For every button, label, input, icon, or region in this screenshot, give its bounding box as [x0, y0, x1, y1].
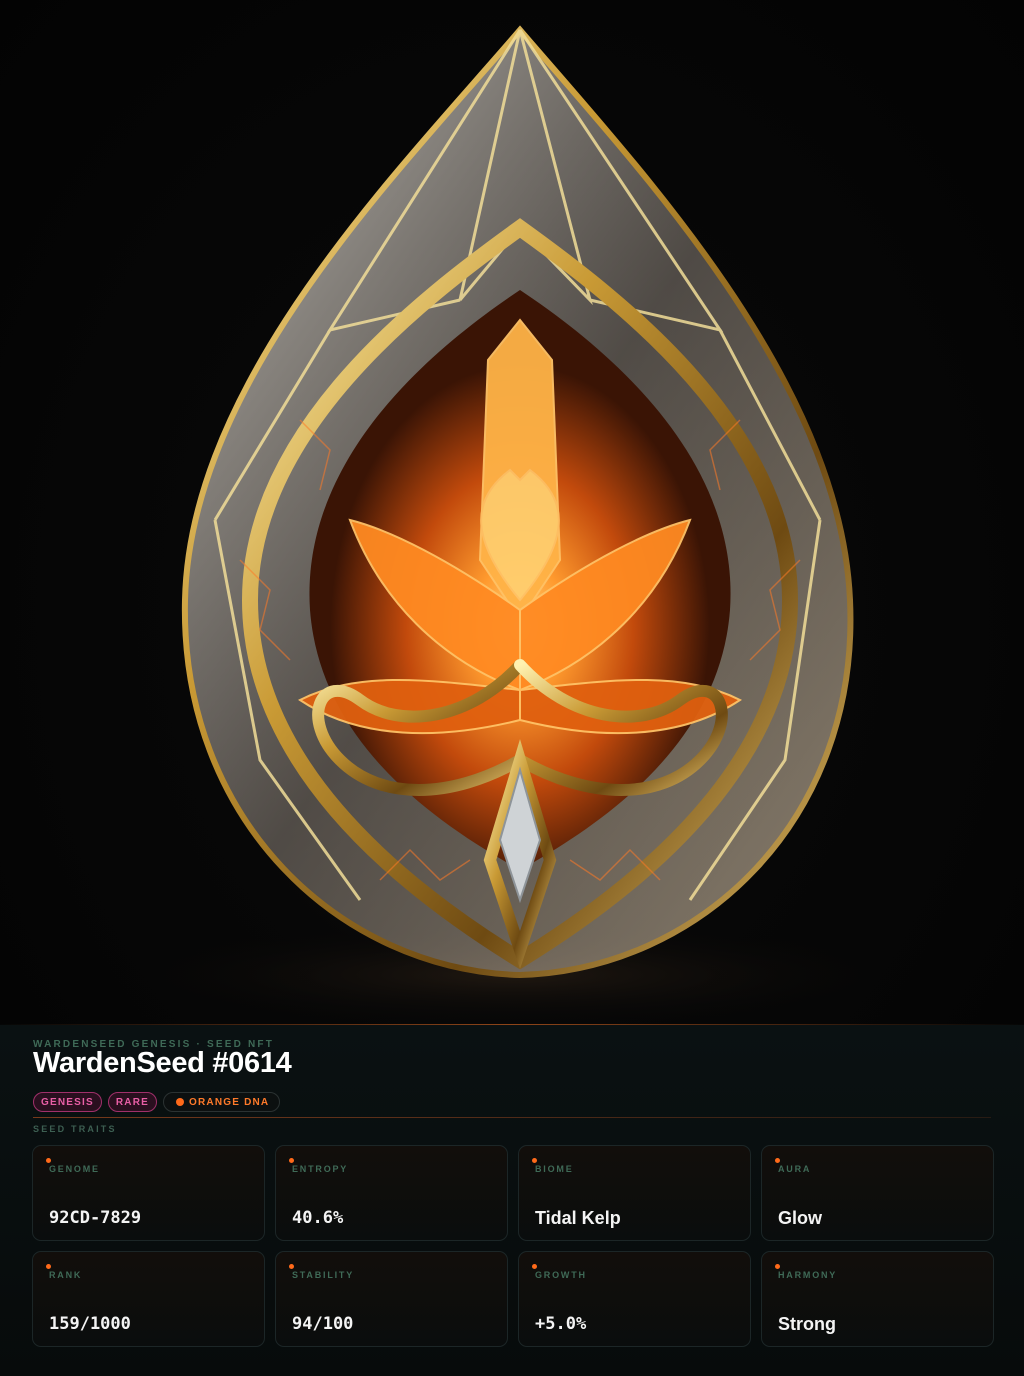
trait-card-stability: STABILITY 94/100 — [275, 1251, 508, 1347]
trait-card-aura: AURA Glow — [761, 1145, 994, 1241]
trait-value: 40.6% — [292, 1208, 344, 1228]
trait-value: 92CD-7829 — [49, 1208, 142, 1228]
tag-row: GENESIS RARE ORANGE DNA — [33, 1092, 281, 1112]
tag-orange-dna[interactable]: ORANGE DNA — [163, 1092, 281, 1112]
nft-info-panel: WARDENSEED GENESIS · SEED NFT WardenSeed… — [0, 1025, 1024, 1376]
seed-artwork — [0, 0, 1024, 1024]
tag-rare[interactable]: RARE — [107, 1092, 157, 1112]
trait-card-genome: GENOME 92CD-7829 — [32, 1145, 265, 1241]
dot-icon — [46, 1158, 51, 1163]
nft-card: WARDENSEED GENESIS · SEED NFT WardenSeed… — [0, 0, 1024, 1376]
trait-value: Tidal Kelp — [535, 1208, 621, 1228]
trait-value: 94/100 — [292, 1314, 354, 1334]
dot-icon — [46, 1264, 51, 1269]
trait-card-harmony: HARMONY Strong — [761, 1251, 994, 1347]
traits-grid: GENOME 92CD-7829 ENTROPY 40.6% BIOME Tid… — [32, 1145, 994, 1347]
dot-icon — [775, 1158, 780, 1163]
section-divider — [33, 1117, 991, 1118]
dot-icon — [775, 1264, 780, 1269]
traits-section-label: SEED TRAITS — [33, 1124, 117, 1134]
trait-label: RANK — [49, 1270, 83, 1280]
trait-card-growth: GROWTH +5.0% — [518, 1251, 751, 1347]
dot-icon — [176, 1098, 184, 1106]
trait-value: Glow — [778, 1208, 822, 1228]
trait-value: +5.0% — [535, 1314, 587, 1334]
dot-icon — [289, 1158, 294, 1163]
trait-label: ENTROPY — [292, 1164, 349, 1174]
tag-label: ORANGE DNA — [189, 1096, 270, 1108]
trait-label: AURA — [778, 1164, 812, 1174]
dot-icon — [532, 1264, 537, 1269]
trait-label: GROWTH — [535, 1270, 587, 1280]
dot-icon — [289, 1264, 294, 1269]
trait-label: STABILITY — [292, 1270, 355, 1280]
trait-label: HARMONY — [778, 1270, 838, 1280]
trait-value: 159/1000 — [49, 1314, 131, 1334]
crystal-seed-icon — [92, 25, 932, 1024]
trait-label: BIOME — [535, 1164, 574, 1174]
tag-label: RARE — [115, 1096, 149, 1108]
tag-genesis[interactable]: GENESIS — [33, 1092, 102, 1112]
trait-label: GENOME — [49, 1164, 100, 1174]
dot-icon — [532, 1158, 537, 1163]
nft-title: WardenSeed #0614 — [33, 1047, 292, 1079]
trait-card-entropy: ENTROPY 40.6% — [275, 1145, 508, 1241]
trait-card-biome: BIOME Tidal Kelp — [518, 1145, 751, 1241]
trait-value: Strong — [778, 1314, 836, 1334]
trait-card-rank: RANK 159/1000 — [32, 1251, 265, 1347]
tag-label: GENESIS — [41, 1096, 94, 1108]
